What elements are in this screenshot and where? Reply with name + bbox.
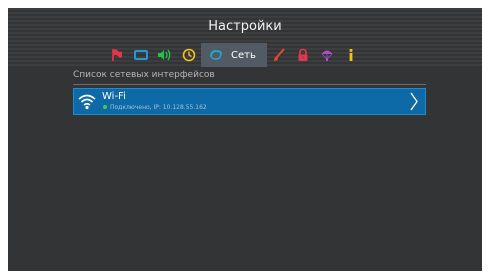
interface-item-wifi[interactable]: Wi-Fi Подключено, IP: 10.128.55.162 <box>73 88 426 115</box>
tab-appearance[interactable] <box>267 43 291 67</box>
info-icon <box>349 49 353 61</box>
connection-status-dot <box>103 105 107 109</box>
speaker-icon <box>158 49 171 61</box>
section-divider <box>73 84 426 85</box>
tab-update[interactable] <box>315 43 339 67</box>
brush-icon <box>274 48 285 61</box>
settings-screen: Настройки Сеть Список сетевых интерфейсо… <box>8 8 482 271</box>
tab-sound[interactable] <box>153 43 177 67</box>
section-label: Список сетевых интерфейсов <box>73 70 215 80</box>
interface-status: Подключено, IP: 10.128.55.162 <box>110 104 207 111</box>
page-title: Настройки <box>208 19 282 34</box>
lock-icon <box>298 48 308 61</box>
parachute-icon <box>321 50 333 61</box>
tab-screen[interactable] <box>129 43 153 67</box>
chevron-right-icon <box>410 92 418 111</box>
screen-icon <box>134 50 148 60</box>
settings-tabbar: Сеть <box>105 43 363 67</box>
wifi-icon <box>78 94 96 110</box>
tab-security[interactable] <box>291 43 315 67</box>
tab-network-label: Сеть <box>231 49 256 61</box>
clock-icon <box>182 48 196 62</box>
tab-flag[interactable] <box>105 43 129 67</box>
flag-icon <box>112 49 122 61</box>
tab-time[interactable] <box>177 43 201 67</box>
tab-network[interactable]: Сеть <box>201 43 267 67</box>
interface-name: Wi-Fi <box>102 91 126 102</box>
tab-info[interactable] <box>339 43 363 67</box>
network-icon <box>210 49 222 60</box>
